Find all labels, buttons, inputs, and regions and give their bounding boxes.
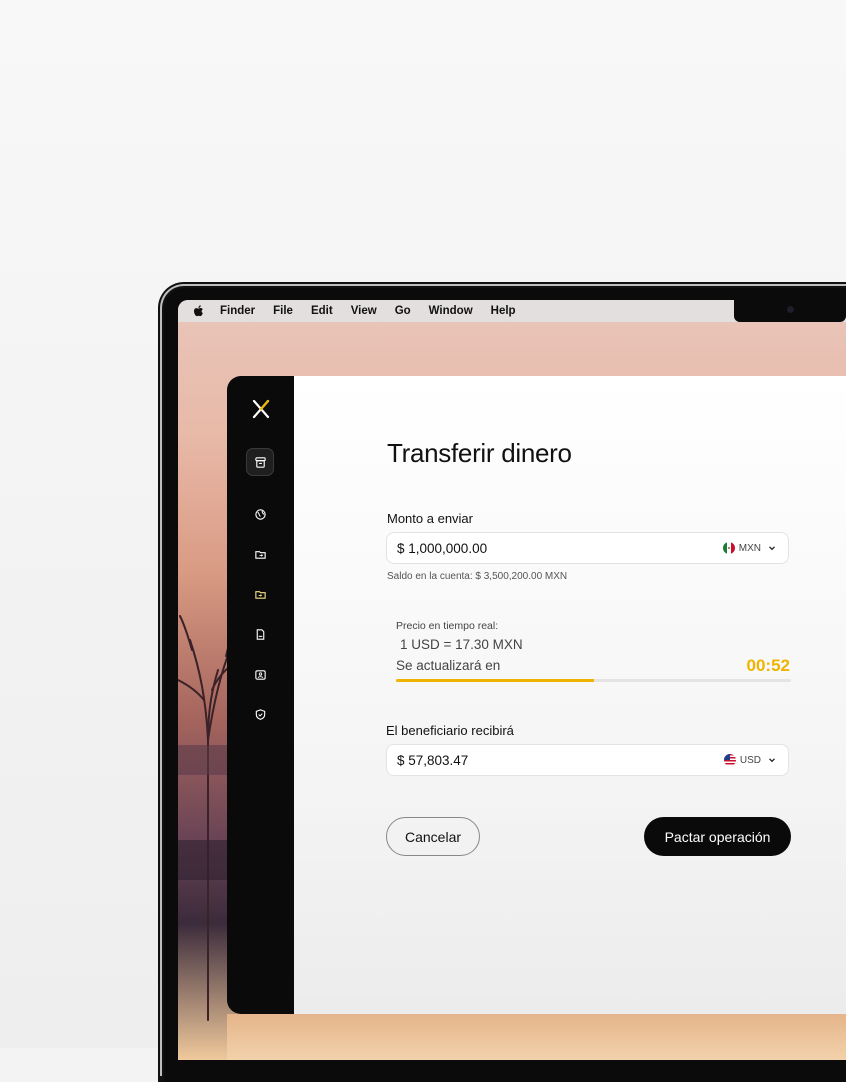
chevron-down-icon [769,546,775,551]
confirm-operation-button[interactable]: Pactar operación [644,817,791,856]
folder-highlight-icon [254,590,266,599]
countdown-progress-fill [396,679,594,682]
send-amount-field[interactable]: $ 1,000,000.00 MXN [386,532,789,564]
page-title: Transferir dinero [387,438,572,468]
usa-flag-icon [723,754,736,766]
camera-icon [787,306,794,313]
camera-notch [734,300,846,322]
wallpaper-bottom [227,1014,846,1060]
cancel-button[interactable]: Cancelar [386,817,480,856]
app-sidebar [227,376,294,1014]
receive-currency-select[interactable]: USD [723,754,776,766]
sidebar-item-user-card[interactable] [248,662,272,686]
menu-file[interactable]: File [273,305,293,317]
folder-icon [254,550,266,559]
realtime-price-label: Precio en tiempo real: [396,620,499,632]
countdown-timer: 00:52 [746,656,790,675]
send-amount-value[interactable]: $ 1,000,000.00 [397,541,487,556]
user-card-icon [254,669,266,680]
exchange-rate: 1 USD = 17.30 MXN [400,637,523,652]
countdown-progress [396,679,791,682]
receive-currency-code: USD [739,754,761,766]
update-label: Se actualizará en [396,658,501,673]
sidebar-item-folder-highlight[interactable] [248,582,272,606]
menu-help[interactable]: Help [491,305,516,317]
send-amount-label: Monto a enviar [387,511,473,526]
laptop-screen: Finder File Edit View Go Window Help Tra… [178,300,846,1060]
mexico-flag-icon [722,542,735,554]
sidebar-item-folder[interactable] [248,542,272,566]
sidebar-item-document[interactable] [248,622,272,646]
menu-finder[interactable]: Finder [220,305,255,317]
sidebar-item-archive[interactable] [246,448,274,476]
chevron-down-icon [769,758,775,763]
send-currency-select[interactable]: MXN [722,542,776,554]
macos-menubar: Finder File Edit View Go Window Help [178,300,846,322]
account-balance: Saldo en la cuenta: $ 3,500,200.00 MXN [387,571,568,582]
document-icon [256,628,264,640]
apple-icon[interactable] [192,304,206,318]
x-logo-icon[interactable] [250,398,272,420]
transfer-panel: Transferir dinero Monto a enviar $ 1,000… [294,376,846,1014]
receive-amount-value[interactable]: $ 57,803.47 [397,753,468,768]
menu-window[interactable]: Window [429,305,473,317]
receive-amount-label: El beneficiario recibirá [386,723,514,738]
send-currency-code: MXN [738,542,761,554]
receive-amount-field[interactable]: $ 57,803.47 USD [386,744,789,776]
sidebar-item-shield[interactable] [248,702,272,726]
menu-edit[interactable]: Edit [311,305,333,317]
menu-go[interactable]: Go [395,305,411,317]
globe-icon [254,508,266,520]
archive-icon [254,456,266,468]
menu-view[interactable]: View [351,305,377,317]
sidebar-item-globe[interactable] [248,502,272,526]
shield-icon [255,708,265,720]
